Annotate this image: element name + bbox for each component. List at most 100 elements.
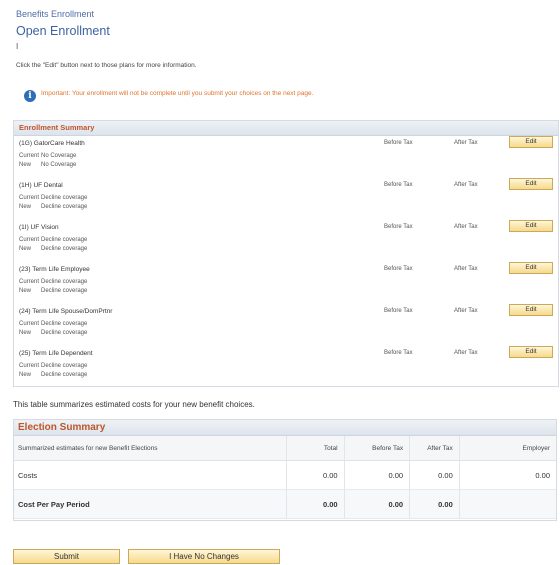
plan-row: (1H) UF Dental Before Tax After Tax Edit Cur… bbox=[14, 178, 558, 220]
cell-before-tax: 0.00 bbox=[343, 460, 410, 490]
important-notice: i Important: Your enrollment will not be… bbox=[16, 86, 376, 112]
election-summary-title: Election Summary bbox=[14, 420, 556, 436]
new-value: Decline coverage bbox=[41, 288, 88, 294]
current-coverage: Current Decline coverage bbox=[19, 237, 87, 243]
column-header-before-tax: Before Tax bbox=[343, 436, 410, 461]
after-tax-label: After Tax bbox=[454, 140, 478, 146]
column-header-after-tax: After Tax bbox=[409, 436, 460, 461]
page-title: Open Enrollment bbox=[16, 24, 110, 38]
edit-button[interactable]: Edit bbox=[509, 220, 553, 232]
table-row-cost-per-pay-period: Cost Per Pay Period 0.00 0.00 0.00 bbox=[14, 489, 556, 519]
plan-list: (1G) GatorCare Health Before Tax After Tax… bbox=[14, 136, 558, 388]
submit-button[interactable]: Submit bbox=[13, 549, 120, 564]
new-label: New bbox=[19, 288, 32, 294]
plan-name: (23) Term Life Employee bbox=[19, 266, 90, 273]
instruction-text: Click the "Edit" button next to those pl… bbox=[16, 62, 197, 69]
current-label: Current bbox=[19, 195, 40, 201]
plan-name: (1G) GatorCare Health bbox=[19, 140, 85, 147]
edit-button[interactable]: Edit bbox=[509, 262, 553, 274]
summary-description: This table summarizes estimated costs fo… bbox=[13, 400, 255, 409]
cell-employer bbox=[458, 489, 556, 519]
new-coverage: New Decline coverage bbox=[19, 288, 87, 294]
edit-button[interactable]: Edit bbox=[509, 178, 553, 190]
current-label: Current bbox=[19, 237, 40, 243]
cell-after-tax: 0.00 bbox=[409, 489, 460, 519]
enrollment-summary-panel: Enrollment Summary (1G) GatorCare Health… bbox=[13, 120, 559, 387]
current-value: Decline coverage bbox=[41, 237, 88, 243]
current-value: No Coverage bbox=[41, 153, 77, 159]
after-tax-label: After Tax bbox=[454, 350, 478, 356]
row-label: Cost Per Pay Period bbox=[14, 489, 287, 519]
new-coverage: New Decline coverage bbox=[19, 372, 87, 378]
current-coverage: Current Decline coverage bbox=[19, 279, 87, 285]
after-tax-label: After Tax bbox=[454, 308, 478, 314]
current-coverage: Current Decline coverage bbox=[19, 195, 87, 201]
new-label: New bbox=[19, 204, 32, 210]
before-tax-label: Before Tax bbox=[384, 224, 413, 230]
plan-row: (25) Term Life Dependent Before Tax After … bbox=[14, 346, 558, 388]
enrollment-summary-title: Enrollment Summary bbox=[14, 121, 558, 136]
plan-row: (1G) GatorCare Health Before Tax After Tax… bbox=[14, 136, 558, 178]
plan-name: (24) Term Life Spouse/DomPrtnr bbox=[19, 308, 113, 315]
edit-button[interactable]: Edit bbox=[509, 136, 553, 148]
breadcrumb[interactable]: Benefits Enrollment bbox=[16, 9, 94, 19]
new-value: Decline coverage bbox=[41, 246, 88, 252]
new-value: Decline coverage bbox=[41, 372, 88, 378]
column-header-total: Total bbox=[286, 436, 345, 461]
table-row-costs: Costs 0.00 0.00 0.00 0.00 bbox=[14, 460, 556, 490]
new-coverage: New Decline coverage bbox=[19, 246, 87, 252]
cell-total: 0.00 bbox=[286, 489, 345, 519]
new-label: New bbox=[19, 372, 32, 378]
plan-name: (1I) UF Vision bbox=[19, 224, 59, 231]
current-value: Decline coverage bbox=[41, 363, 88, 369]
employee-name: I bbox=[16, 42, 19, 51]
important-text: Important: Your enrollment will not be c… bbox=[41, 90, 314, 97]
current-label: Current bbox=[19, 321, 40, 327]
after-tax-label: After Tax bbox=[454, 182, 478, 188]
plan-name: (25) Term Life Dependent bbox=[19, 350, 93, 357]
open-enrollment-page: Benefits Enrollment Open Enrollment I Cl… bbox=[0, 0, 560, 565]
election-summary-panel: Election Summary Summarized estimates fo… bbox=[13, 419, 557, 521]
column-header-employer: Employer bbox=[458, 436, 556, 461]
after-tax-label: After Tax bbox=[454, 224, 478, 230]
edit-button[interactable]: Edit bbox=[509, 346, 553, 358]
new-label: New bbox=[19, 330, 32, 336]
plan-row: (24) Term Life Spouse/DomPrtnr Before Tax… bbox=[14, 304, 558, 346]
cell-after-tax: 0.00 bbox=[409, 460, 460, 490]
before-tax-label: Before Tax bbox=[384, 308, 413, 314]
cell-employer: 0.00 bbox=[458, 460, 556, 490]
after-tax-label: After Tax bbox=[454, 266, 478, 272]
no-changes-button[interactable]: I Have No Changes bbox=[128, 549, 280, 564]
before-tax-label: Before Tax bbox=[384, 182, 413, 188]
new-value: Decline coverage bbox=[41, 330, 88, 336]
new-value: No Coverage bbox=[41, 162, 77, 168]
table-header-row: Summarized estimates for new Benefit Ele… bbox=[14, 436, 556, 461]
new-label: New bbox=[19, 162, 32, 168]
before-tax-label: Before Tax bbox=[384, 140, 413, 146]
current-coverage: Current Decline coverage bbox=[19, 363, 87, 369]
cell-before-tax: 0.00 bbox=[343, 489, 410, 519]
new-coverage: New Decline coverage bbox=[19, 330, 87, 336]
new-coverage: New Decline coverage bbox=[19, 204, 87, 210]
new-label: New bbox=[19, 246, 32, 252]
row-label: Costs bbox=[14, 460, 287, 490]
before-tax-label: Before Tax bbox=[384, 266, 413, 272]
current-label: Current bbox=[19, 363, 40, 369]
edit-button[interactable]: Edit bbox=[509, 304, 553, 316]
plan-row: (1I) UF Vision Before Tax After Tax Edit Cur… bbox=[14, 220, 558, 262]
column-header-description: Summarized estimates for new Benefit Ele… bbox=[14, 436, 287, 461]
new-coverage: New No Coverage bbox=[19, 162, 76, 168]
info-icon: i bbox=[24, 90, 36, 102]
election-summary-table: Summarized estimates for new Benefit Ele… bbox=[14, 436, 556, 519]
current-value: Decline coverage bbox=[41, 195, 88, 201]
new-value: Decline coverage bbox=[41, 204, 88, 210]
current-label: Current bbox=[19, 153, 40, 159]
plan-row: (23) Term Life Employee Before Tax After T… bbox=[14, 262, 558, 304]
plan-name: (1H) UF Dental bbox=[19, 182, 63, 189]
current-label: Current bbox=[19, 279, 40, 285]
current-coverage: Current Decline coverage bbox=[19, 321, 87, 327]
current-value: Decline coverage bbox=[41, 279, 88, 285]
before-tax-label: Before Tax bbox=[384, 350, 413, 356]
current-value: Decline coverage bbox=[41, 321, 88, 327]
current-coverage: Current No Coverage bbox=[19, 153, 76, 159]
